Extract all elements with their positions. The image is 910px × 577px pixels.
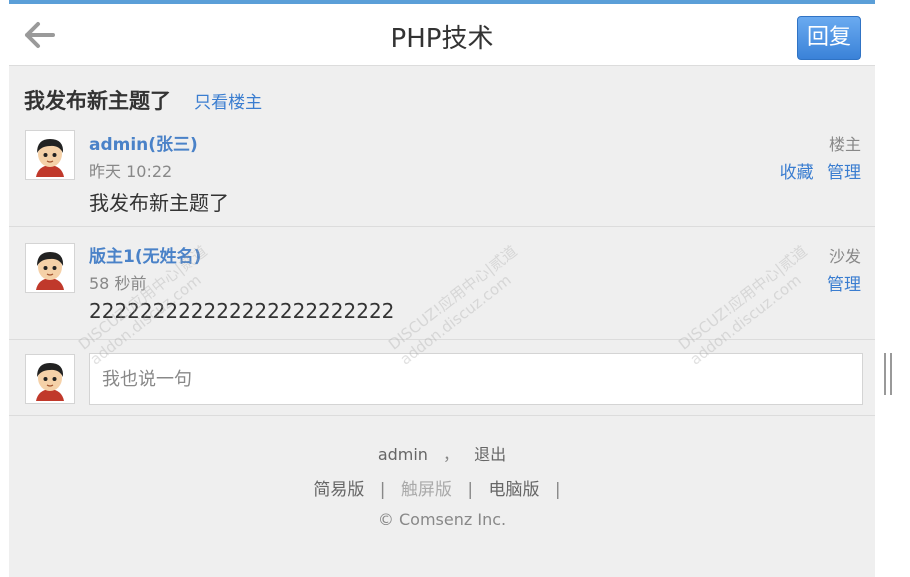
- reply-button[interactable]: 回复: [797, 16, 861, 60]
- footer-user-line: admin ， 退出: [9, 441, 875, 465]
- footer-separator: |: [554, 480, 561, 500]
- touch-version-link[interactable]: 触屏版: [401, 480, 452, 500]
- avatar[interactable]: [25, 243, 75, 293]
- post-content: 222222222222222222222222: [89, 299, 395, 323]
- post-time: 昨天 10:22: [89, 162, 173, 181]
- post-item: admin(张三) 昨天 10:22 我发布新主题了 楼主 收藏 管理: [9, 125, 875, 227]
- simple-version-link[interactable]: 简易版: [313, 480, 364, 500]
- avatar: [25, 354, 75, 404]
- post-item: 版主1(无姓名) 58 秒前 222222222222222222222222 …: [9, 228, 875, 340]
- only-op-link[interactable]: 只看楼主: [194, 93, 262, 113]
- avatar-icon: [28, 357, 72, 401]
- avatar[interactable]: [25, 130, 75, 180]
- thread-title: 我发布新主题了: [24, 89, 171, 113]
- floor-label: 沙发: [828, 247, 861, 266]
- copyright: © Comsenz Inc.: [377, 510, 507, 529]
- reply-input[interactable]: [89, 353, 863, 405]
- post-author[interactable]: 版主1(无姓名): [89, 242, 201, 267]
- footer-version-links: 简易版 | 触屏版 | 电脑版 |: [9, 475, 875, 500]
- footer-separator: |: [467, 480, 474, 500]
- footer-separator: |: [379, 480, 386, 500]
- quick-reply-row: [9, 341, 875, 416]
- post-time: 58 秒前: [89, 274, 147, 293]
- post-author[interactable]: admin(张三): [89, 130, 198, 155]
- footer-username[interactable]: admin: [378, 445, 428, 464]
- post-content: 我发布新主题了: [89, 191, 229, 215]
- floor-label: 楼主: [828, 135, 861, 154]
- app-screen: PHP技术 回复 我发布新主题了 只看楼主 admin(张三) 昨天 10:22…: [9, 0, 875, 577]
- scrollbar-handle[interactable]: [884, 353, 892, 395]
- favorite-link[interactable]: 收藏: [780, 163, 814, 183]
- post-actions: 管理: [819, 270, 861, 295]
- post-actions: 收藏 管理: [772, 158, 861, 183]
- manage-link[interactable]: 管理: [827, 163, 861, 183]
- desktop-version-link[interactable]: 电脑版: [488, 480, 539, 500]
- manage-link[interactable]: 管理: [827, 275, 861, 295]
- avatar-icon: [28, 246, 72, 290]
- avatar-icon: [28, 133, 72, 177]
- thread-heading: 我发布新主题了 只看楼主: [24, 85, 262, 115]
- header-bar: PHP技术 回复: [9, 4, 875, 66]
- footer-comma: ，: [443, 445, 460, 464]
- page-title: PHP技术: [390, 24, 494, 54]
- logout-link[interactable]: 退出: [474, 445, 506, 464]
